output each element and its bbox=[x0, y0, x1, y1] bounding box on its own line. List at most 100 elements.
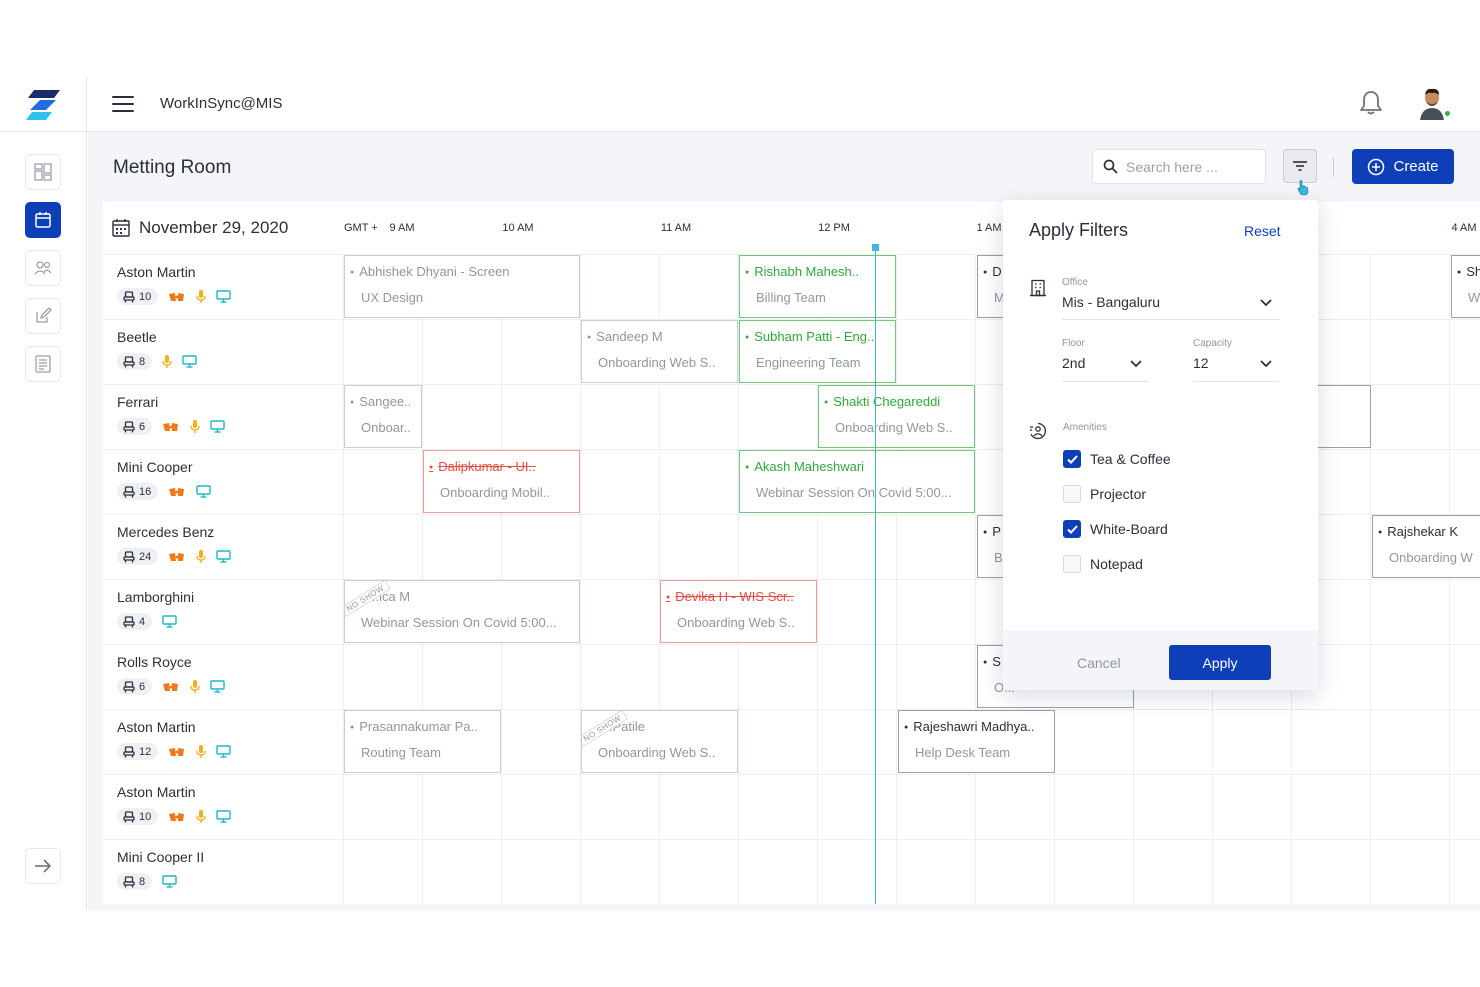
mic-icon bbox=[190, 679, 200, 693]
cancel-button[interactable]: Cancel bbox=[1077, 655, 1121, 671]
date-selector[interactable]: November 29, 2020 bbox=[111, 218, 288, 238]
people-nav-button[interactable] bbox=[25, 250, 61, 286]
dashboard-nav-button[interactable] bbox=[25, 154, 61, 190]
checkbox-checked[interactable] bbox=[1063, 450, 1081, 468]
hour-label: 9 AM bbox=[389, 222, 415, 234]
capacity-badge: 24 bbox=[117, 548, 159, 565]
event-title: Akash Maheshwari bbox=[745, 459, 964, 474]
timezone-label: GMT + bbox=[344, 222, 378, 234]
hour-label: 4 AM bbox=[1451, 222, 1477, 234]
booking-event[interactable]: NO SHOW ...ica M Webinar Session On Covi… bbox=[344, 580, 580, 643]
arrow-right-icon bbox=[35, 859, 52, 873]
booking-event[interactable]: Sangee.. Onboar.. bbox=[344, 385, 422, 448]
booking-event[interactable]: Dalipkumar - UI.. Onboarding Mobil.. bbox=[423, 450, 580, 513]
chevron-down-icon[interactable] bbox=[1260, 360, 1272, 368]
search-input[interactable] bbox=[1126, 158, 1256, 175]
booking-event[interactable]: Rishabh Mahesh.. Billing Team bbox=[739, 255, 896, 318]
event-title: ...ica M bbox=[359, 589, 569, 604]
chevron-down-icon[interactable] bbox=[1260, 299, 1272, 307]
amenity-white-board-checkbox[interactable]: White-Board bbox=[1063, 520, 1168, 538]
room-row[interactable]: Lamborghini 4 bbox=[103, 579, 343, 644]
document-nav-button[interactable] bbox=[25, 346, 61, 382]
room-amenities: 8 bbox=[117, 873, 177, 890]
avatar[interactable] bbox=[1414, 84, 1452, 120]
menu-icon[interactable] bbox=[112, 96, 134, 112]
amenity-tea-coffee-checkbox[interactable]: Tea & Coffee bbox=[1063, 450, 1171, 468]
floor-label: Floor bbox=[1062, 338, 1085, 349]
room-row[interactable]: Aston Martin 10 bbox=[103, 774, 343, 839]
seat-icon bbox=[123, 355, 135, 367]
room-row[interactable]: Mini Cooper II 8 bbox=[103, 839, 343, 904]
room-row[interactable]: Mini Cooper 16 bbox=[103, 449, 343, 514]
event-title: Rishabh Mahesh.. bbox=[745, 264, 885, 279]
checkbox-checked[interactable] bbox=[1063, 520, 1081, 538]
mic-icon bbox=[196, 549, 206, 563]
amenity-projector-checkbox[interactable]: Projector bbox=[1063, 485, 1146, 503]
room-amenities: 10 bbox=[117, 808, 231, 825]
room-amenities: 6 bbox=[117, 418, 225, 435]
office-select[interactable]: Mis - Bangaluru bbox=[1062, 294, 1160, 310]
room-name: Mercedes Benz bbox=[117, 524, 215, 540]
room-row[interactable]: Rolls Royce 6 bbox=[103, 644, 343, 709]
floor-select[interactable]: 2nd bbox=[1062, 355, 1085, 371]
booking-event[interactable]: Akash Maheshwari Webinar Session On Covi… bbox=[739, 450, 975, 513]
chevron-down-icon[interactable] bbox=[1130, 360, 1142, 368]
side-rail bbox=[0, 132, 87, 910]
seat-icon bbox=[123, 485, 135, 497]
filter-panel-title: Apply Filters bbox=[1029, 220, 1129, 240]
booking-event[interactable]: Rajeshawri Madhya.. Help Desk Team bbox=[898, 710, 1055, 773]
booking-event[interactable]: Abhishek Dhyani - Screen UX Design bbox=[344, 255, 580, 318]
event-subtitle: Webinar Session On Covid 5:00... bbox=[756, 485, 952, 500]
search-icon bbox=[1103, 159, 1118, 174]
booking-event[interactable]: Subham Patti - Eng.. Engineering Team bbox=[739, 320, 896, 383]
event-subtitle: Routing Team bbox=[361, 745, 441, 760]
checkbox-unchecked[interactable] bbox=[1063, 485, 1081, 503]
filter-button[interactable] bbox=[1283, 149, 1317, 183]
room-row[interactable]: Ferrari 6 bbox=[103, 384, 343, 449]
event-subtitle: Help Desk Team bbox=[915, 745, 1011, 760]
logo-icon[interactable] bbox=[26, 90, 60, 120]
calendar-nav-button[interactable] bbox=[25, 202, 61, 238]
room-row[interactable]: Aston Martin 10 bbox=[103, 254, 343, 319]
screen-icon bbox=[196, 485, 211, 498]
people-icon bbox=[34, 261, 52, 275]
capacity-select[interactable]: 12 bbox=[1193, 355, 1209, 371]
capacity-value: 10 bbox=[139, 810, 152, 823]
amenity-notepad-checkbox[interactable]: Notepad bbox=[1063, 555, 1143, 573]
tea-icon bbox=[169, 747, 185, 756]
capacity-badge: 6 bbox=[117, 418, 153, 435]
expand-rail-button[interactable] bbox=[25, 848, 61, 884]
filter-icon bbox=[1293, 161, 1307, 171]
toolbar-divider bbox=[1333, 157, 1334, 177]
room-row[interactable]: Beetle 8 bbox=[103, 319, 343, 384]
booking-event[interactable]: Rajshekar K Onboarding W bbox=[1372, 515, 1480, 578]
capacity-value: 6 bbox=[139, 680, 146, 693]
search-box[interactable] bbox=[1092, 149, 1266, 184]
tea-icon bbox=[163, 422, 179, 431]
edit-icon bbox=[36, 307, 52, 323]
bell-icon[interactable] bbox=[1359, 90, 1383, 116]
capacity-label: Capacity bbox=[1193, 338, 1232, 349]
apply-button[interactable]: Apply bbox=[1169, 645, 1271, 680]
reset-button[interactable]: Reset bbox=[1244, 223, 1281, 239]
tea-icon bbox=[169, 812, 185, 821]
booking-event[interactable]: Devika H - WIS Scr.. Onboarding Web S.. bbox=[660, 580, 817, 643]
office-label: Office bbox=[1062, 277, 1088, 288]
booking-event[interactable]: NO SHOW ..Patile Onboarding Web S.. bbox=[581, 710, 738, 773]
edit-nav-button[interactable] bbox=[25, 298, 61, 334]
booking-event[interactable]: Shakti Chegareddi Onboarding Web S.. bbox=[818, 385, 975, 448]
booking-event[interactable]: Sh W bbox=[1451, 255, 1480, 318]
room-row[interactable]: Mercedes Benz 24 bbox=[103, 514, 343, 579]
office-underline bbox=[1062, 319, 1279, 320]
room-row[interactable]: Aston Martin 12 bbox=[103, 709, 343, 774]
booking-event[interactable]: Prasannakumar Pa.. Routing Team bbox=[344, 710, 501, 773]
checkbox-unchecked[interactable] bbox=[1063, 555, 1081, 573]
event-subtitle: Onboarding Web S.. bbox=[598, 355, 716, 370]
screen-icon bbox=[216, 745, 231, 758]
tea-icon bbox=[169, 292, 185, 301]
amenity-label: Tea & Coffee bbox=[1090, 451, 1171, 467]
booking-event[interactable]: Sandeep M Onboarding Web S.. bbox=[581, 320, 738, 383]
room-name: Mini Cooper bbox=[117, 459, 193, 475]
create-button[interactable]: Create bbox=[1352, 149, 1454, 184]
room-name: Aston Martin bbox=[117, 784, 196, 800]
